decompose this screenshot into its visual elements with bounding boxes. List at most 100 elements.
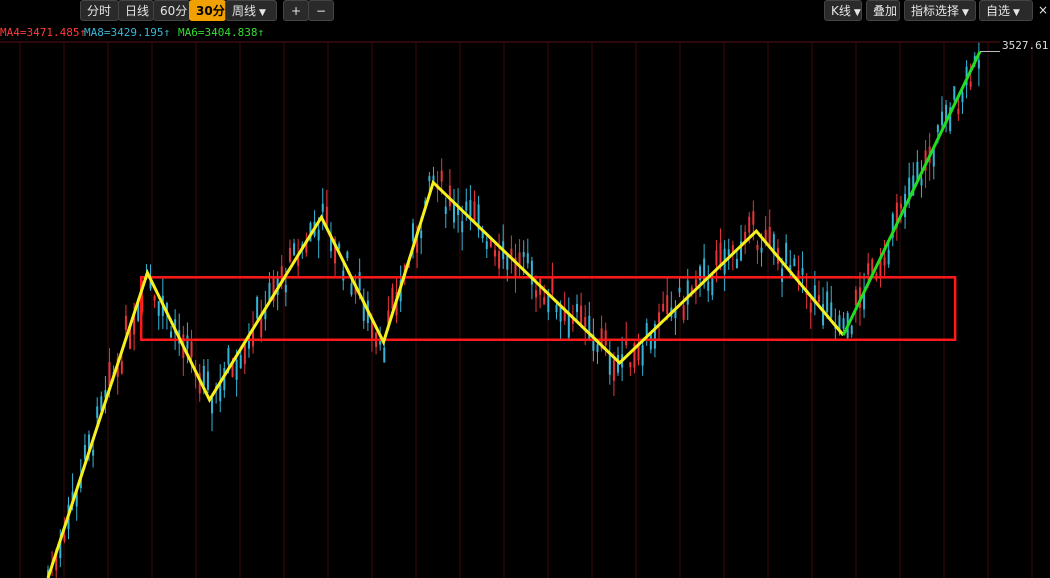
candle-body — [584, 316, 587, 328]
candle-body — [157, 301, 160, 316]
candle-body — [961, 92, 964, 103]
candle-body — [284, 284, 287, 293]
candle-body — [420, 230, 423, 239]
candle-body — [342, 270, 345, 281]
candle-body — [678, 287, 681, 293]
candle-body — [760, 247, 763, 253]
candle-body — [485, 241, 488, 249]
candle-body — [260, 317, 263, 338]
candle-body — [153, 295, 156, 301]
candle-body — [850, 325, 853, 335]
candle-body — [338, 243, 341, 249]
candle-body — [522, 252, 525, 257]
candle-body — [719, 242, 722, 266]
candle-body — [120, 361, 123, 374]
candle-body — [170, 331, 173, 338]
candle-body — [96, 406, 99, 418]
candle-body — [682, 305, 685, 320]
candle-body — [293, 243, 296, 256]
candle-body — [867, 263, 870, 275]
price-label: 3527.61 — [1002, 39, 1049, 52]
candle-body — [383, 347, 386, 363]
candle-body — [321, 203, 324, 212]
candle-body — [469, 200, 472, 217]
candle-body — [666, 295, 669, 314]
candle-body — [239, 355, 242, 369]
candle-body — [899, 203, 902, 209]
candle-body — [936, 125, 939, 133]
candle-body — [969, 81, 972, 88]
candle-body — [842, 318, 845, 329]
candle-body — [498, 251, 501, 269]
candle-body — [440, 170, 443, 182]
candle-body — [694, 279, 697, 287]
candle-body — [822, 304, 825, 326]
candle-body — [977, 59, 980, 69]
candle-body — [346, 251, 349, 259]
candle-body — [465, 201, 468, 211]
candle-body — [809, 302, 812, 313]
candle-body — [801, 267, 804, 275]
candle-body — [748, 216, 751, 233]
candle-body — [940, 111, 943, 126]
kline-chart[interactable] — [0, 0, 1050, 578]
candle-body — [452, 203, 455, 223]
candle-body — [358, 272, 361, 291]
candle-body — [887, 249, 890, 265]
candle-body — [752, 211, 755, 225]
candle-body — [551, 276, 554, 293]
candle-body — [190, 341, 193, 358]
candle-body — [461, 221, 464, 233]
candle-body — [63, 535, 66, 541]
candle-body — [957, 108, 960, 115]
candle-body — [715, 250, 718, 266]
candle-body — [534, 290, 537, 298]
candle-body — [473, 201, 476, 222]
candle-body — [92, 449, 95, 456]
candle-body — [756, 244, 759, 251]
candle-body — [526, 253, 529, 264]
candle-body — [391, 287, 394, 309]
candle-body — [830, 302, 833, 318]
candle-body — [235, 359, 238, 380]
candle-body — [124, 315, 127, 330]
candle-body — [920, 178, 923, 186]
candle-body — [567, 312, 570, 338]
candle-body — [826, 291, 829, 313]
candle-body — [576, 303, 579, 313]
candle-body — [641, 345, 644, 366]
breakout-line — [841, 50, 982, 336]
candle-body — [817, 295, 820, 302]
candle-body — [883, 257, 886, 266]
candle-body — [243, 344, 246, 365]
candle-body — [444, 206, 447, 215]
candle-body — [629, 362, 632, 368]
candle-body — [707, 281, 710, 291]
candle-body — [727, 249, 730, 256]
candle-body — [506, 254, 509, 270]
candle-body — [547, 294, 550, 313]
candle-body — [256, 297, 259, 319]
candle-body — [288, 247, 291, 262]
candle-body — [785, 242, 788, 265]
candle-body — [206, 371, 209, 390]
candle-body — [83, 444, 86, 460]
candle-body — [596, 344, 599, 353]
candle-body — [211, 397, 214, 414]
candle-body — [227, 348, 230, 365]
candle-body — [202, 365, 205, 386]
candle-body — [658, 312, 661, 323]
candle-body — [781, 268, 784, 282]
candle-body — [793, 258, 796, 267]
candle-body — [604, 330, 607, 346]
candle-body — [612, 359, 615, 381]
candle-body — [555, 304, 558, 313]
candle-body — [662, 303, 665, 312]
candle-body — [854, 289, 857, 306]
candle-body — [493, 249, 496, 257]
candle-body — [953, 86, 956, 100]
candle-body — [686, 280, 689, 305]
candle-body — [317, 229, 320, 241]
candle-body — [530, 260, 533, 285]
candle-body — [428, 176, 431, 182]
